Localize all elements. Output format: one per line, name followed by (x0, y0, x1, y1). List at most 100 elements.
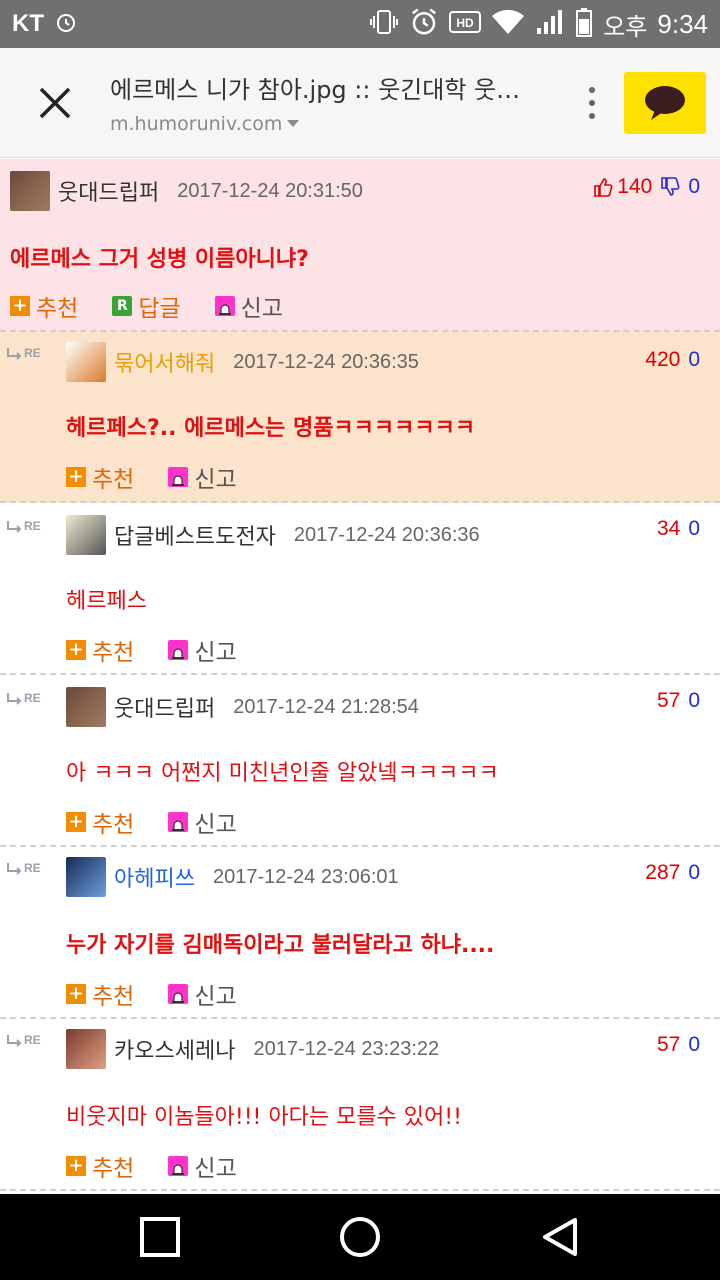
avatar[interactable] (66, 857, 106, 897)
comment-item: RE 웃대드립퍼 2017-12-24 21:28:54 57 0 아 ㅋㅋㅋ 어쩐… (0, 675, 720, 847)
upvote-count: 140 (617, 175, 653, 198)
avatar[interactable] (66, 515, 106, 555)
report-button[interactable]: 신고 (168, 1149, 237, 1183)
report-label: 신고 (194, 640, 237, 666)
nickname[interactable]: 웃대드립퍼 (58, 175, 159, 207)
nickname[interactable]: 묶어서해줘 (114, 346, 215, 378)
re-label: RE (24, 1033, 41, 1047)
comment-list: 웃대드립퍼 2017-12-24 20:31:50 140 0 에르메스 그거 성병… (0, 159, 720, 1194)
recommend-button[interactable]: + 추천 (10, 289, 78, 323)
comment-text: 아 ㅋㅋㅋ 어쩐지 미친년인줄 알았넼ㅋㅋㅋㅋㅋ (66, 761, 499, 786)
home-button[interactable] (320, 1207, 400, 1267)
reply-arrow-icon: RE (6, 519, 41, 533)
recommend-button[interactable]: + 추천 (66, 633, 134, 667)
comment-item: RE 답글베스트도전자 2017-12-24 20:36:36 34 0 헤르페스 … (0, 503, 720, 675)
re-label: RE (24, 691, 41, 705)
report-button[interactable]: 신고 (168, 977, 237, 1011)
recommend-label: 추천 (92, 812, 135, 838)
reply-button[interactable]: R 답글 (112, 289, 181, 323)
siren-icon (168, 467, 189, 487)
overflow-menu-button[interactable] (572, 68, 612, 138)
re-label: RE (24, 861, 41, 875)
upvote-count: 57 (656, 1033, 681, 1056)
vote-counts: 287 0 (645, 861, 700, 885)
downvote-count: 0 (688, 348, 700, 371)
vote-counts: 420 0 (645, 348, 700, 372)
upvote-count: 57 (656, 689, 681, 712)
downvote-count: 0 (688, 861, 700, 884)
url-area[interactable]: 에르메스 니가 참아.jpg :: 웃긴대학 웃… m.humoruniv.co… (110, 70, 572, 135)
downvote-count: 0 (688, 1033, 700, 1056)
siren-icon (168, 984, 189, 1004)
back-button[interactable] (520, 1207, 600, 1267)
comment-text: 헤르페스?.. 에르메스는 명품ㅋㅋㅋㅋㅋㅋㅋ (66, 416, 476, 441)
plus-icon: + (66, 640, 86, 660)
avatar[interactable] (10, 171, 50, 211)
alarm-icon (409, 7, 439, 41)
plus-icon: + (66, 467, 86, 487)
recommend-label: 추천 (36, 296, 79, 322)
report-button[interactable]: 신고 (168, 805, 237, 839)
report-button[interactable]: 신고 (214, 289, 283, 323)
nickname[interactable]: 아헤피쓰 (114, 861, 195, 893)
plus-icon: + (10, 296, 30, 316)
comment-date: 2017-12-24 20:36:36 (293, 523, 480, 546)
comment-text: 헤르페스 (66, 589, 147, 614)
thumbs-up-icon[interactable] (593, 177, 613, 197)
chat-bubble-icon (645, 85, 685, 120)
recommend-button[interactable]: + 추천 (66, 460, 134, 494)
recent-apps-button[interactable] (120, 1207, 200, 1267)
downvote-count: 0 (688, 689, 700, 712)
reply-arrow-icon: RE (6, 1033, 41, 1047)
avatar[interactable] (66, 342, 106, 382)
report-label: 신고 (194, 812, 237, 838)
avatar[interactable] (66, 1029, 106, 1069)
close-button[interactable] (0, 48, 110, 158)
plus-icon: + (66, 984, 86, 1004)
browser-toolbar: 에르메스 니가 참아.jpg :: 웃긴대학 웃… m.humoruniv.co… (0, 48, 720, 158)
recommend-button[interactable]: + 추천 (66, 805, 134, 839)
kakaotalk-share-button[interactable] (624, 71, 706, 134)
vote-counts: 140 0 (593, 175, 700, 199)
comment-date: 2017-12-24 20:36:35 (233, 350, 419, 373)
report-button[interactable]: 신고 (168, 460, 237, 494)
siren-icon (168, 812, 189, 832)
hd-icon: HD (449, 9, 482, 39)
comment-text: 비웃지마 이놈들아!!! 아다는 모를수 있어!! (66, 1105, 462, 1130)
recommend-button[interactable]: + 추천 (66, 977, 134, 1011)
reply-arrow-icon: RE (6, 861, 41, 875)
vibrate-icon (369, 8, 399, 40)
siren-icon (168, 640, 189, 660)
siren-icon (168, 1156, 189, 1176)
avatar[interactable] (66, 687, 106, 727)
report-label: 신고 (194, 1156, 237, 1182)
report-label: 신고 (194, 467, 237, 493)
comment-date: 2017-12-24 20:31:50 (177, 179, 363, 202)
nickname[interactable]: 답글베스트도전자 (114, 519, 276, 551)
close-icon (39, 87, 71, 118)
vote-counts: 57 0 (657, 689, 700, 713)
status-bar: KT HD 오후 9:34 (0, 0, 720, 48)
recommend-button[interactable]: + 추천 (66, 1149, 134, 1183)
thumbs-down-icon[interactable] (660, 177, 680, 197)
comment-text: 에르메스 그거 성병 이름아니냐? (10, 247, 309, 272)
comment-date: 2017-12-24 21:28:54 (233, 695, 419, 718)
vote-counts: 57 0 (657, 1033, 700, 1057)
siren-icon (214, 296, 235, 316)
report-button[interactable]: 신고 (168, 633, 237, 667)
nickname[interactable]: 웃대드립퍼 (114, 691, 215, 723)
signal-icon (535, 8, 565, 40)
page-title: 에르메스 니가 참아.jpg :: 웃긴대학 웃… (110, 76, 521, 104)
recommend-label: 추천 (92, 467, 135, 493)
report-label: 신고 (194, 984, 237, 1010)
reply-arrow-icon: RE (6, 691, 41, 705)
alarm-icon (54, 10, 78, 38)
downvote-count: 0 (688, 175, 700, 198)
carrier-label: KT (12, 10, 44, 37)
comment-date: 2017-12-24 23:06:01 (212, 865, 399, 888)
comment-date: 2017-12-24 23:23:22 (253, 1037, 440, 1060)
nickname[interactable]: 카오스세레나 (114, 1033, 235, 1065)
comment-item: 웃대드립퍼 2017-12-24 20:31:50 140 0 에르메스 그거 성병… (0, 159, 720, 332)
downvote-count: 0 (688, 517, 700, 540)
clock: 9:34 (657, 8, 708, 39)
